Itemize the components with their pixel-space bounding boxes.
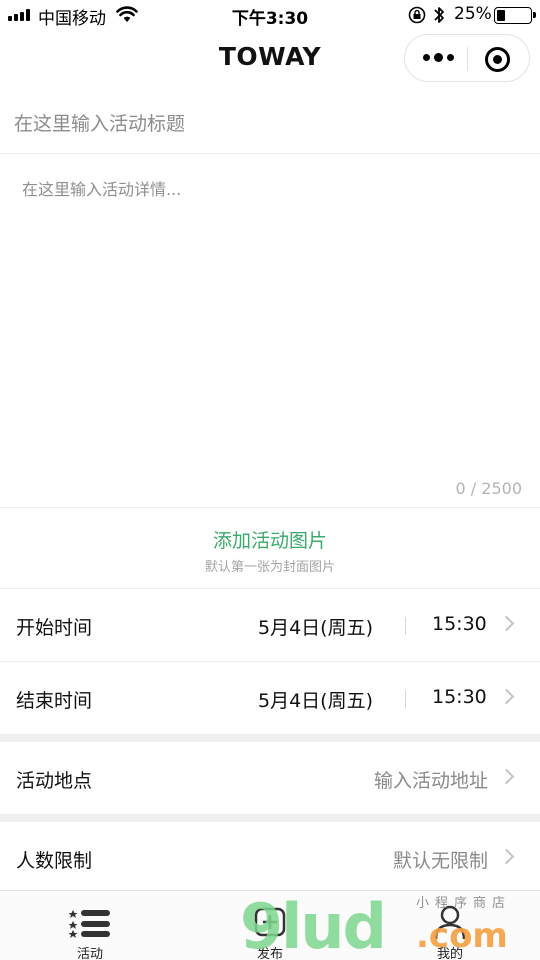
capsule-divider [467,47,468,71]
add-image-button[interactable]: 添加活动图片 默认第一张为封面图片 [0,508,540,588]
battery-fill [497,10,505,21]
add-image-label: 添加活动图片 [212,530,327,552]
close-icon[interactable] [485,47,510,72]
chevron-right-icon [498,688,515,705]
people-limit-row[interactable]: 人数限制 默认无限制 [0,822,540,894]
tab-publish-label: 发布 [256,947,283,960]
section-gap [0,814,540,822]
bluetooth-icon [434,7,444,23]
activity-detail-textarea[interactable] [0,168,540,468]
more-icon[interactable] [423,53,454,62]
orientation-lock-icon [408,6,426,24]
tab-bar: 活动 发布 我的 [0,890,540,960]
chevron-right-icon [498,768,515,785]
list-icon [68,910,110,938]
end-time-label: 结束时间 [16,690,93,712]
add-image-hint: 默认第一张为封面图片 [204,560,335,575]
section-gap [0,734,540,742]
start-time-row[interactable]: 开始时间 5月4日(周五) 15:30 [0,589,540,661]
user-icon [434,905,466,939]
location-row[interactable]: 活动地点 输入活动地址 [0,742,540,814]
row-separator [405,617,406,635]
start-time-value[interactable]: 15:30 [432,613,487,635]
tab-mine[interactable]: 我的 [360,891,540,960]
char-counter: 0 / 2500 [455,479,522,498]
location-value: 输入活动地址 [373,770,488,792]
status-bar: 中国移动 下午3:30 25% [0,0,540,30]
end-time-row[interactable]: 结束时间 5月4日(周五) 15:30 [0,662,540,734]
chevron-right-icon [498,848,515,865]
people-limit-value: 默认无限制 [392,850,488,872]
tab-publish[interactable]: 发布 [180,891,360,960]
end-time-value[interactable]: 15:30 [432,686,487,708]
end-date-value[interactable]: 5月4日(周五) [258,686,373,713]
location-label: 活动地点 [16,770,93,792]
tab-activity-label: 活动 [76,947,103,960]
start-time-label: 开始时间 [16,617,93,639]
row-separator [405,690,406,708]
add-icon [254,907,286,937]
start-date-value[interactable]: 5月4日(周五) [258,613,373,640]
battery-icon [494,7,536,24]
people-limit-label: 人数限制 [16,850,93,872]
tab-mine-label: 我的 [436,947,463,960]
mini-program-capsule [404,34,530,82]
tab-activity[interactable]: 活动 [0,891,180,960]
chevron-right-icon [498,615,515,632]
activity-title-input[interactable] [0,94,540,154]
battery-percent: 25% [454,4,492,24]
